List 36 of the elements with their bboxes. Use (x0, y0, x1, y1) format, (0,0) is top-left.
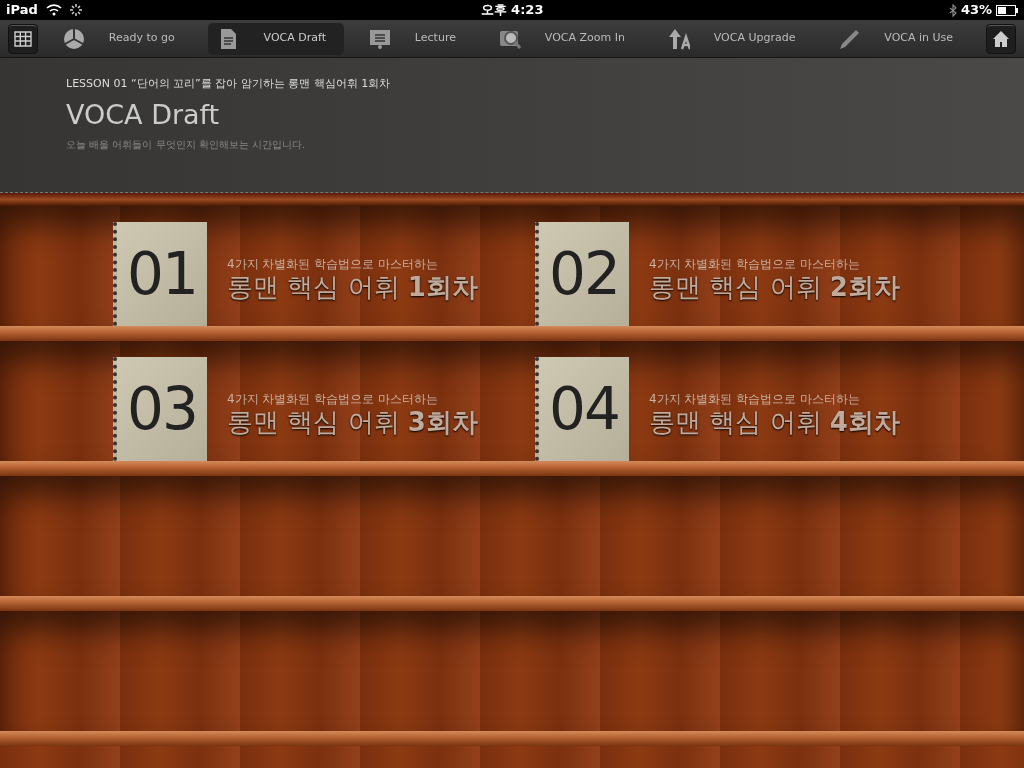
toolbar-tab[interactable]: VOCA in Use (828, 22, 972, 55)
lesson-title[interactable]: 롱맨 핵심 어휘 4회차 (649, 408, 900, 437)
grid-menu-button[interactable] (8, 23, 38, 54)
page-title: VOCA Draft (66, 98, 221, 131)
bluetooth-icon (948, 3, 957, 17)
presentation-board-icon (368, 27, 391, 50)
lesson-notebook[interactable]: 02 (535, 222, 629, 326)
device-name: iPad (6, 1, 38, 20)
lesson-notebook[interactable]: 04 (535, 357, 629, 461)
grid-icon (14, 30, 32, 47)
toolbar-tab[interactable]: VOCA Upgrade (657, 22, 814, 55)
lesson-notebook[interactable]: 03 (113, 357, 207, 461)
lesson-caption: 4가지 차별화된 학습법으로 마스터하는 (227, 256, 440, 274)
pencil-icon (838, 27, 861, 50)
lesson-caption: 4가지 차별화된 학습법으로 마스터하는 (649, 391, 862, 409)
cube-icon (62, 27, 85, 50)
home-button[interactable] (985, 23, 1016, 54)
activity-spinner-icon (69, 4, 82, 16)
battery-percent: 43% (960, 1, 992, 20)
lesson-title[interactable]: 롱맨 핵심 어휘 2회차 (649, 273, 900, 302)
toolbar-tab[interactable]: VOCA Draft (207, 22, 344, 55)
lesson-title[interactable]: 롱맨 핵심 어휘 1회차 (227, 273, 478, 302)
toolbar-tab[interactable]: VOCA Zoom In (488, 22, 643, 55)
lesson-title[interactable]: 롱맨 핵심 어휘 3회차 (227, 408, 478, 437)
lesson-notebook[interactable]: 01 (113, 222, 207, 326)
wifi-icon (45, 4, 62, 16)
arrow-up-letter-icon (667, 27, 690, 50)
toolbar-tab[interactable]: Ready to go (52, 22, 193, 55)
status-time: 오후 4:23 (479, 1, 545, 20)
lesson-heading: LESSON 01 “단어의 꼬리”를 잡아 암기하는 롱맨 핵심어휘 1회차 (66, 76, 392, 92)
page-subtitle: 오늘 배울 어휘들이 무엇인지 확인해보는 시간입니다. (66, 137, 307, 152)
lesson-caption: 4가지 차별화된 학습법으로 마스터하는 (649, 256, 862, 274)
battery-icon (996, 4, 1018, 16)
home-icon (991, 29, 1010, 48)
toolbar-tab[interactable]: Lecture (358, 22, 474, 55)
lesson-caption: 4가지 차별화된 학습법으로 마스터하는 (227, 391, 440, 409)
